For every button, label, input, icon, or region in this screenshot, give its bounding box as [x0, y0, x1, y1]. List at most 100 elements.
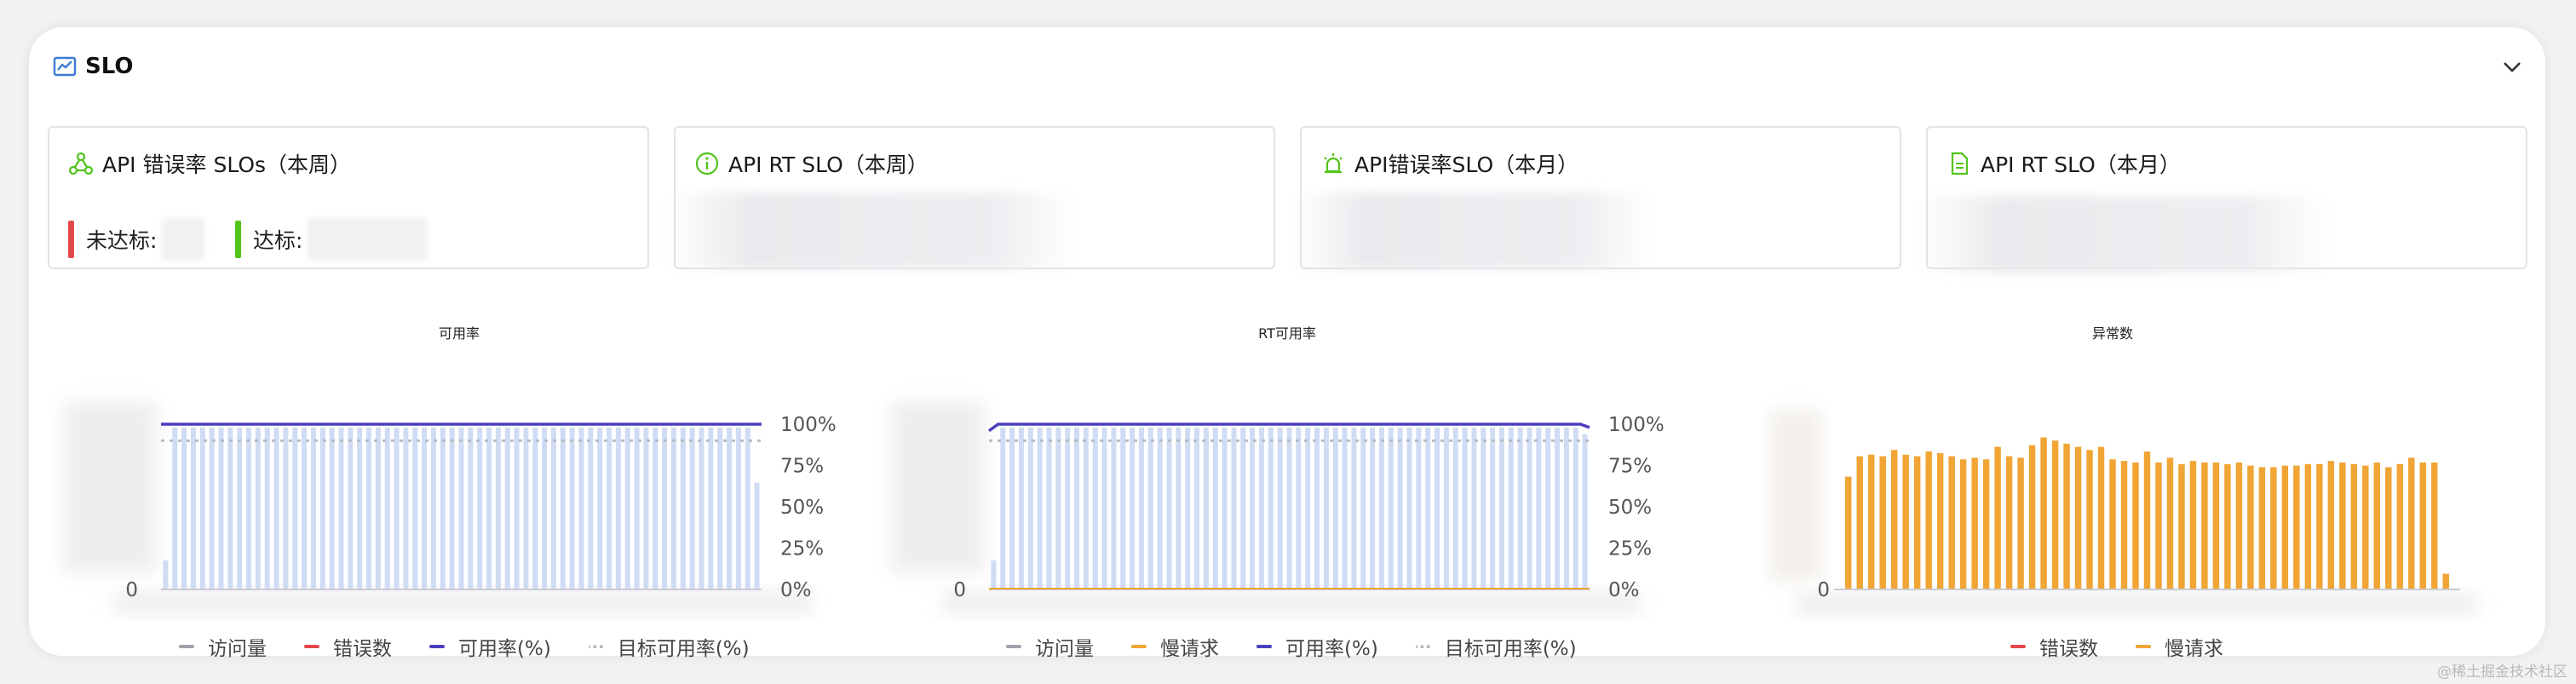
visits-bar: [1074, 428, 1080, 589]
slow-request-bar: [2396, 463, 2404, 589]
slow-request-bar: [2293, 465, 2300, 589]
visits-bar: [486, 428, 492, 589]
legend-item-target[interactable]: 目标可用率(%): [1415, 632, 1577, 661]
slow-request-bar: [1982, 459, 1990, 589]
legend-item-visits[interactable]: 访问量: [1006, 632, 1094, 661]
legend-availability: 访问量 错误数 可用率(%) 目标可用率(%): [179, 632, 787, 661]
visits-bar: [624, 428, 630, 589]
card-api-rt-month[interactable]: API RT SLO（本月）: [1919, 126, 2527, 273]
visits-bar: [283, 428, 289, 589]
visits-bar: [1212, 428, 1218, 589]
visits-bar: [680, 428, 686, 589]
slow-request-bar: [2350, 463, 2358, 589]
visits-bar: [1027, 428, 1033, 589]
missed-value-redacted: [162, 218, 205, 261]
slow-request-bar: [1902, 454, 1909, 589]
visits-bar: [1185, 428, 1191, 589]
visits-bar: [338, 428, 344, 589]
legend-item-errors[interactable]: 错误数: [304, 632, 392, 661]
visits-bar: [1065, 428, 1071, 589]
visits-bar: [615, 428, 621, 589]
slow-request-bar: [2074, 446, 2082, 589]
slow-request-bar: [1994, 446, 2001, 589]
visits-bar: [366, 428, 372, 589]
card-title: API 错误率 SLOs（本周）: [102, 152, 352, 177]
y-right-tick-label: 75%: [780, 456, 824, 478]
visits-bar: [1194, 428, 1200, 589]
hub-icon: [68, 152, 94, 175]
redacted-x-axis: [114, 589, 813, 615]
visits-bar: [717, 428, 723, 589]
visits-bar: [477, 428, 483, 589]
legend-item-errors[interactable]: 错误数: [2010, 632, 2098, 661]
y-left-tick-label: 0: [953, 579, 966, 601]
visits-bar: [1296, 428, 1302, 589]
met-marker: [235, 221, 241, 258]
visits-bar: [1370, 428, 1376, 589]
legend-item-availability[interactable]: 可用率(%): [429, 632, 551, 661]
visits-bar: [1231, 428, 1237, 589]
visits-bar: [1332, 428, 1338, 589]
slow-request-bar: [1948, 456, 1955, 589]
visits-bar: [1018, 428, 1024, 589]
missed-marker: [68, 221, 74, 258]
legend-item-target[interactable]: 目标可用率(%): [588, 632, 750, 661]
visits-bar: [1166, 428, 1172, 589]
legend-item-slow[interactable]: 慢请求: [1131, 632, 1219, 661]
visits-bar: [218, 428, 224, 589]
visits-bar: [264, 428, 270, 589]
y-left-tick-label: 0: [125, 579, 138, 601]
visits-bar: [670, 428, 676, 589]
visits-bar: [1397, 428, 1403, 589]
visits-bar: [1009, 428, 1015, 589]
visits-bar: [1545, 428, 1551, 589]
visits-bar: [273, 428, 279, 589]
y-right-tick-label: 0%: [780, 579, 812, 601]
visits-bar: [607, 428, 612, 589]
slow-request-bar: [2120, 461, 2128, 589]
slow-request-bar: [1971, 457, 1978, 589]
legend-item-slow[interactable]: 慢请求: [2136, 632, 2223, 661]
visits-bar: [1481, 428, 1486, 589]
visits-bar: [375, 428, 381, 589]
visits-bar: [1462, 428, 1468, 589]
visits-bar: [662, 428, 668, 589]
redacted-x-axis: [1796, 591, 2477, 617]
visits-bar: [1240, 428, 1246, 589]
visits-bar: [1360, 428, 1366, 589]
visits-bar: [643, 428, 649, 589]
legend-rt-availability: 访问量 慢请求 可用率(%) 目标可用率(%): [1006, 632, 1614, 661]
slow-request-bar: [2247, 465, 2254, 589]
visits-bar: [1101, 428, 1107, 589]
visits-bar: [1443, 428, 1449, 589]
stat-met: 达标:: [235, 218, 428, 261]
visits-bar: [560, 428, 566, 589]
visits-bar: [319, 428, 325, 589]
visits-bar: [597, 428, 603, 589]
slow-request-bar: [2304, 463, 2312, 589]
slow-request-bar: [1959, 459, 1967, 589]
redacted-content: [667, 193, 1076, 269]
visits-bar: [588, 428, 594, 589]
visits-bar: [689, 428, 695, 589]
document-icon: [1951, 152, 1969, 175]
card-api-error-week[interactable]: API 错误率 SLOs（本周） 未达标: 达标:: [48, 126, 649, 269]
met-value-redacted: [308, 218, 428, 261]
visits-bar: [403, 428, 409, 589]
slow-request-bar: [2362, 465, 2369, 589]
visits-bar: [542, 428, 548, 589]
chevron-down-icon[interactable]: [2498, 53, 2527, 82]
visits-bar: [1555, 428, 1561, 589]
slow-request-bar: [2109, 459, 2116, 589]
card-api-rt-week[interactable]: API RT SLO（本周）: [667, 126, 1275, 269]
missed-label: 未达标:: [86, 228, 158, 253]
legend-item-availability[interactable]: 可用率(%): [1256, 632, 1378, 661]
legend-item-visits[interactable]: 访问量: [179, 632, 267, 661]
card-api-error-month[interactable]: API错误率SLO（本月）: [1293, 126, 1901, 269]
line-chart-icon: [53, 56, 77, 77]
slow-request-bar: [2063, 443, 2070, 589]
visits-bar: [227, 428, 233, 589]
panel-header: SLO: [53, 49, 133, 83]
visits-bar: [504, 428, 510, 589]
visits-bar: [708, 428, 714, 589]
